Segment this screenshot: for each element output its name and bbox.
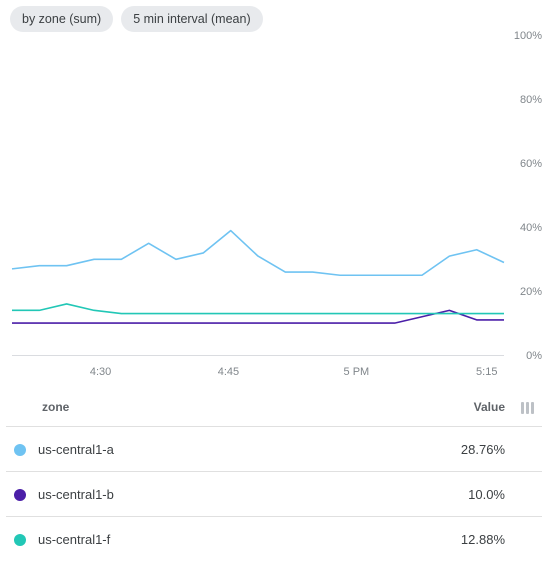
filter-chip-interval[interactable]: 5 min interval (mean) xyxy=(121,6,262,32)
x-axis-label: 4:30 xyxy=(90,366,111,378)
x-axis-labels: 4:30 4:45 5 PM 5:15 xyxy=(12,360,504,378)
x-axis-label: 4:45 xyxy=(218,366,239,378)
y-axis-label: 80% xyxy=(508,94,542,106)
legend-row[interactable]: us-central1-f 12.88% xyxy=(6,517,542,561)
legend-row-name-cell: us-central1-b xyxy=(6,472,328,517)
legend-row-name: us-central1-b xyxy=(38,487,114,502)
legend-row-name-cell: us-central1-a xyxy=(6,427,328,472)
legend-row-value: 10.0% xyxy=(328,472,513,517)
chart-plot[interactable] xyxy=(12,36,504,356)
legend-row-name: us-central1-f xyxy=(38,532,110,547)
legend-columns-button[interactable] xyxy=(513,388,542,427)
legend-row-value: 12.88% xyxy=(328,517,513,561)
legend-header-row: zone Value xyxy=(6,388,542,427)
series-line xyxy=(12,310,504,323)
legend-row[interactable]: us-central1-a 28.76% xyxy=(6,427,542,472)
legend-row-extra xyxy=(513,427,542,472)
legend-row-name: us-central1-a xyxy=(38,442,114,457)
chart-lines xyxy=(12,36,504,355)
chip-label: by zone (sum) xyxy=(22,12,101,26)
series-line xyxy=(12,304,504,314)
filter-chip-group-by[interactable]: by zone (sum) xyxy=(10,6,113,32)
series-swatch xyxy=(14,444,26,456)
chart-area: 4:304:455 PM5:15 0%20%40%60%80%100% xyxy=(6,36,542,382)
legend-header-name-text: zone xyxy=(42,400,69,414)
y-axis-label: 100% xyxy=(508,30,542,42)
series-swatch xyxy=(14,489,26,501)
y-axis-label: 60% xyxy=(508,158,542,170)
legend-row-extra xyxy=(513,472,542,517)
legend-header-name[interactable]: zone xyxy=(6,388,328,427)
columns-icon xyxy=(521,402,534,414)
filter-chip-row: by zone (sum) 5 min interval (mean) xyxy=(6,6,542,36)
legend-table: zone Value us-central1-a28.76%us-central… xyxy=(6,388,542,561)
y-axis-label: 0% xyxy=(508,350,542,362)
y-axis-label: 20% xyxy=(508,286,542,298)
legend-row-value: 28.76% xyxy=(328,427,513,472)
series-swatch xyxy=(14,534,26,546)
y-axis-label: 40% xyxy=(508,222,542,234)
x-axis-label: 5 PM xyxy=(344,366,370,378)
legend-header-value[interactable]: Value xyxy=(328,388,513,427)
x-axis-label: 5:15 xyxy=(476,366,497,378)
legend-row-name-cell: us-central1-f xyxy=(6,517,328,561)
legend-header-value-text: Value xyxy=(474,400,505,414)
series-line xyxy=(12,231,504,276)
legend-row[interactable]: us-central1-b 10.0% xyxy=(6,472,542,517)
chip-label: 5 min interval (mean) xyxy=(133,12,250,26)
legend-row-extra xyxy=(513,517,542,561)
